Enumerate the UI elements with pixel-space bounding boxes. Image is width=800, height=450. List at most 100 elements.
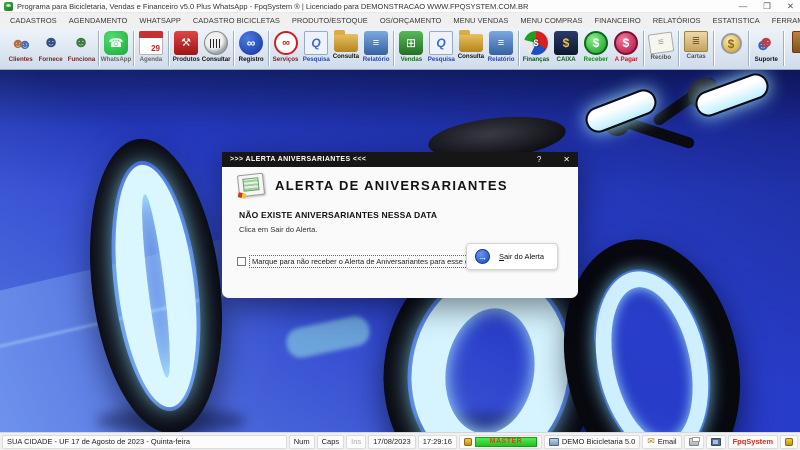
employee-icon: ☻	[72, 34, 90, 51]
alert-dialog-titlebar[interactable]: >>> ALERTA ANIVERSARIANTES <<< ? ✕	[222, 152, 578, 167]
folder-icon	[334, 30, 358, 52]
toolbar-button-relatorio-os[interactable]: ≡ Relatório	[361, 29, 394, 68]
alert-dialog: >>> ALERTA ANIVERSARIANTES <<< ? ✕ ALERT…	[222, 152, 578, 298]
toolbar-button-cartas[interactable]: ≣ Cartas	[681, 29, 714, 68]
alert-dialog-body: ALERTA DE ANIVERSARIANTES NÃO EXISTE ANI…	[222, 167, 578, 298]
toolbar-button-receber[interactable]: $ Receber	[581, 29, 611, 68]
window-title: Programa para Bicicletaria, Vendas e Fin…	[17, 1, 529, 11]
status-email-button[interactable]: ✉ Email	[642, 434, 682, 449]
menu-item[interactable]: RELATÓRIOS	[647, 16, 707, 25]
exit-alert-button[interactable]: → Sair do Alerta	[466, 243, 558, 270]
menu-item[interactable]: MENU VENDAS	[447, 16, 514, 25]
toolbar-button-registro[interactable]: ∞ Registro	[236, 29, 269, 68]
toolbar-button-clientes[interactable]: ☻ Clientes	[6, 29, 36, 68]
search-documents-icon: Q	[304, 31, 328, 55]
exit-alert-button-label: Sair do Alerta	[499, 252, 545, 261]
whatsapp-icon: ☎	[104, 31, 128, 55]
suppress-alert-label[interactable]: Marque para não receber o Alerta de Aniv…	[248, 255, 479, 268]
system-name: DEMO Bicicletaria 5.0	[561, 437, 636, 446]
search-documents-icon: Q	[429, 31, 453, 55]
envelope-icon: ✉	[647, 436, 655, 446]
menu-item[interactable]: PRODUTO/ESTOQUE	[286, 16, 374, 25]
dialog-message: NÃO EXISTE ANIVERSARIANTES NESSA DATA	[239, 210, 438, 220]
toolbox-icon: ⚒	[174, 31, 198, 55]
toolbar-button-moeda[interactable]: $	[716, 29, 749, 68]
toolbar-button-whatsapp[interactable]: ☎ WhatsApp	[101, 29, 134, 68]
toolbar-button-consulta-vendas[interactable]: Consulta	[456, 29, 486, 68]
pay-coin-icon: $	[614, 31, 638, 55]
main-toolbar: ☻ Clientes ☻ Fornece ☻ Funciona ☎ WhatsA…	[0, 28, 800, 70]
logged-user-badge: MASTER	[474, 436, 537, 447]
status-lock-button[interactable]	[780, 434, 798, 449]
toolbar-button-funciona[interactable]: ☻ Funciona	[66, 29, 99, 68]
brand-label: FpqSystem	[732, 437, 773, 446]
rear-wheel-neon-ring	[579, 260, 725, 432]
dialog-instruction: Clica em Sair do Alerta.	[239, 225, 318, 234]
receipt-icon: ≡	[647, 31, 675, 55]
sales-cart-icon: ⊞	[399, 31, 423, 55]
status-system-panel: DEMO Bicicletaria 5.0	[543, 434, 641, 449]
menu-item[interactable]: FERRAMENTAS	[766, 16, 800, 25]
folder-icon	[459, 30, 483, 52]
clients-icon: ☻	[10, 35, 26, 51]
toolbar-button-vendas[interactable]: ⊞ Vendas	[396, 29, 426, 68]
toolbar-button-pesquisa-vendas[interactable]: Q Pesquisa	[426, 29, 456, 68]
minimize-button[interactable]: —	[739, 0, 748, 13]
status-location: SUA CIDADE - UF 17 de Agosto de 2023 - Q…	[2, 434, 287, 449]
status-printer-button[interactable]	[683, 434, 704, 449]
status-bar: SUA CIDADE - UF 17 de Agosto de 2023 - Q…	[0, 432, 800, 450]
toolbar-button-a-pagar[interactable]: $ A Pagar	[611, 29, 644, 68]
menu-item[interactable]: FINANCEIRO	[588, 16, 646, 25]
email-label: Email	[657, 437, 677, 446]
toolbar-button-servicos[interactable]: ∞ Serviços	[271, 29, 301, 68]
status-network-button[interactable]	[705, 434, 726, 449]
toolbar-button-consulta-os[interactable]: Consulta	[331, 29, 361, 68]
menu-item[interactable]: WHATSAPP	[133, 16, 187, 25]
close-button[interactable]: ✕	[787, 0, 794, 13]
network-computer-icon	[710, 437, 721, 446]
coin-icon: $	[720, 33, 742, 54]
toolbar-button-produtos[interactable]: ⚒ Produtos	[171, 29, 201, 68]
menu-item[interactable]: CADASTRO BICICLETAS	[187, 16, 286, 25]
toolbar-button-fornece[interactable]: ☻ Fornece	[36, 29, 66, 68]
menu-item[interactable]: OS/ORÇAMENTO	[374, 16, 448, 25]
exit-door-icon: ➜	[792, 31, 800, 53]
desktop-background: >>> ALERTA ANIVERSARIANTES <<< ? ✕ ALERT…	[0, 70, 800, 432]
toolbar-button-sair[interactable]: ➜	[786, 29, 800, 68]
cash-register-icon: $	[554, 31, 578, 55]
toolbar-button-financas[interactable]: $ Finanças	[521, 29, 551, 68]
toolbar-button-relatorio-vendas[interactable]: ≡ Relatório	[486, 29, 519, 68]
dialog-help-button[interactable]: ?	[537, 155, 541, 164]
bike-service-icon: ∞	[274, 31, 298, 55]
status-user-panel: MASTER	[458, 434, 542, 449]
supplier-icon: ☻	[42, 34, 60, 51]
dialog-close-button[interactable]: ✕	[563, 155, 570, 164]
menu-bar: CADASTROS AGENDAMENTO WHATSAPP CADASTRO …	[0, 13, 800, 28]
bike-registration-icon: ∞	[239, 31, 263, 55]
toolbar-button-consultar[interactable]: Consultar	[201, 29, 234, 68]
menu-item[interactable]: ESTATISTICA	[707, 16, 766, 25]
suppress-alert-checkbox[interactable]	[237, 257, 246, 266]
menu-item[interactable]: MENU COMPRAS	[514, 16, 588, 25]
dialog-heading: ALERTA DE ANIVERSARIANTES	[275, 177, 508, 193]
menu-item[interactable]: AGENDAMENTO	[63, 16, 134, 25]
toolbar-button-suporte[interactable]: ☻ Suporte	[751, 29, 784, 68]
calendar-icon: 29	[139, 31, 163, 55]
receive-coin-icon: $	[584, 31, 608, 55]
toolbar-button-recibo[interactable]: ≡ Recibo	[646, 29, 679, 68]
toolbar-button-pesquisa-os[interactable]: Q Pesquisa	[301, 29, 331, 68]
support-agent-icon: ☻	[757, 34, 775, 51]
status-brand-button[interactable]: FpqSystem	[727, 434, 778, 449]
toolbar-button-agenda[interactable]: 29 Agenda	[136, 29, 169, 68]
barcode-icon	[204, 31, 228, 55]
toolbar-button-caixa[interactable]: $ CAIXA	[551, 29, 581, 68]
status-caps-lock: Caps	[316, 434, 345, 449]
menu-item[interactable]: CADASTROS	[4, 16, 63, 25]
status-time: 17:29:16	[417, 434, 457, 449]
alert-dialog-title: >>> ALERTA ANIVERSARIANTES <<<	[230, 156, 367, 163]
monitor-icon	[548, 437, 559, 446]
status-num-lock: Num	[288, 434, 315, 449]
app-logo-icon	[4, 1, 13, 11]
window-titlebar: Programa para Bicicletaria, Vendas e Fin…	[0, 0, 800, 13]
maximize-button[interactable]: ❐	[763, 0, 771, 13]
